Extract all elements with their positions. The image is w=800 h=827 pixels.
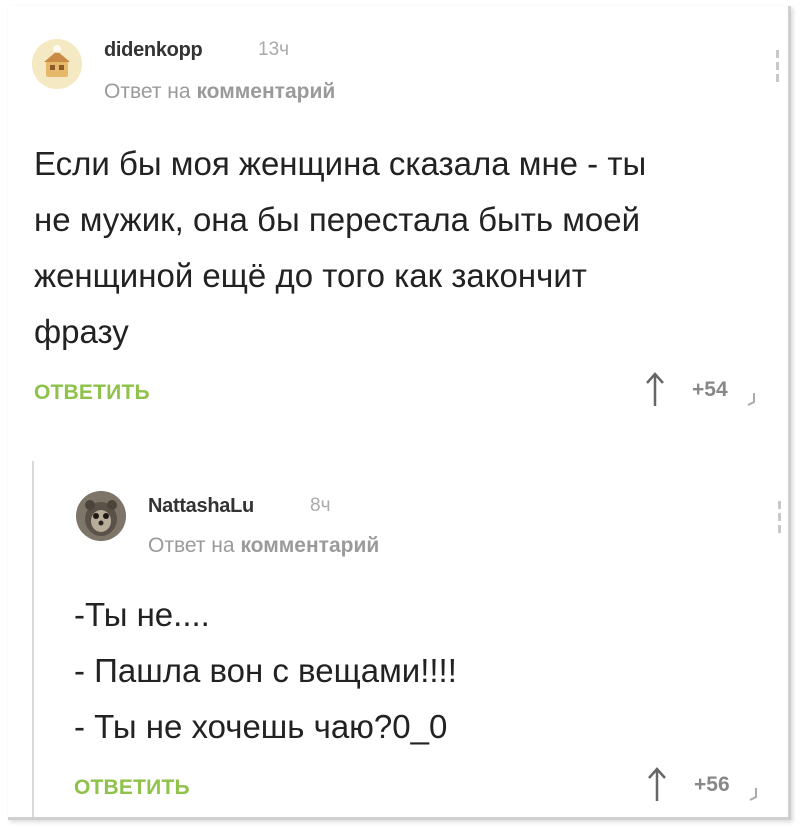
comment-line: женщиной ещё до того как закончит bbox=[34, 257, 587, 294]
rating: +54 bbox=[644, 372, 756, 408]
kebab-menu-icon[interactable] bbox=[776, 50, 782, 86]
reply-button[interactable]: ОТВЕТИТЬ bbox=[74, 776, 190, 800]
downvote-icon[interactable] bbox=[748, 787, 758, 801]
downvote-icon[interactable] bbox=[746, 392, 756, 406]
score: +56 bbox=[694, 773, 730, 796]
reply-button[interactable]: ОТВЕТИТЬ bbox=[34, 381, 150, 405]
comment-line: - Ты не хочешь чаю?0_0 bbox=[74, 708, 448, 745]
score: +54 bbox=[692, 378, 728, 401]
comment-2: NattashaLu 8ч Ответ на комментарий -Ты н… bbox=[32, 461, 790, 817]
rating: +56 bbox=[646, 767, 758, 803]
comment-line: - Пашла вон с вещами!!!! bbox=[74, 652, 457, 689]
avatar[interactable] bbox=[32, 39, 82, 89]
upvote-arrow-icon[interactable] bbox=[646, 767, 668, 803]
reply-prefix: Ответ на bbox=[148, 534, 235, 557]
comment-line: Если бы моя женщина сказала мне - ты bbox=[34, 145, 647, 182]
parent-comment-link[interactable]: комментарий bbox=[240, 534, 379, 557]
comment-body: -Ты не.... - Пашла вон с вещами!!!! - Ты… bbox=[74, 587, 457, 755]
reply-prefix: Ответ на bbox=[104, 80, 191, 103]
comments-frame: didenkopp 13ч Ответ на комментарий Если … bbox=[8, 6, 791, 820]
comment-line: не мужик, она бы перестала быть моей bbox=[34, 201, 641, 238]
comment-body: Если бы моя женщина сказала мне - ты не … bbox=[34, 136, 646, 360]
username[interactable]: NattashaLu bbox=[148, 495, 254, 518]
upvote-arrow-icon[interactable] bbox=[644, 372, 666, 408]
timestamp: 8ч bbox=[310, 495, 331, 516]
avatar[interactable] bbox=[76, 491, 126, 541]
username[interactable]: didenkopp bbox=[104, 39, 203, 62]
parent-comment-link[interactable]: комментарий bbox=[196, 80, 335, 103]
reply-meta: Ответ на комментарий bbox=[104, 80, 335, 104]
kebab-menu-icon[interactable] bbox=[778, 501, 784, 537]
comment-line: фразу bbox=[34, 313, 129, 350]
comment-1: didenkopp 13ч Ответ на комментарий Если … bbox=[8, 6, 788, 436]
timestamp: 13ч bbox=[258, 39, 290, 60]
reply-meta: Ответ на комментарий bbox=[148, 534, 379, 558]
comment-line: -Ты не.... bbox=[74, 596, 210, 633]
